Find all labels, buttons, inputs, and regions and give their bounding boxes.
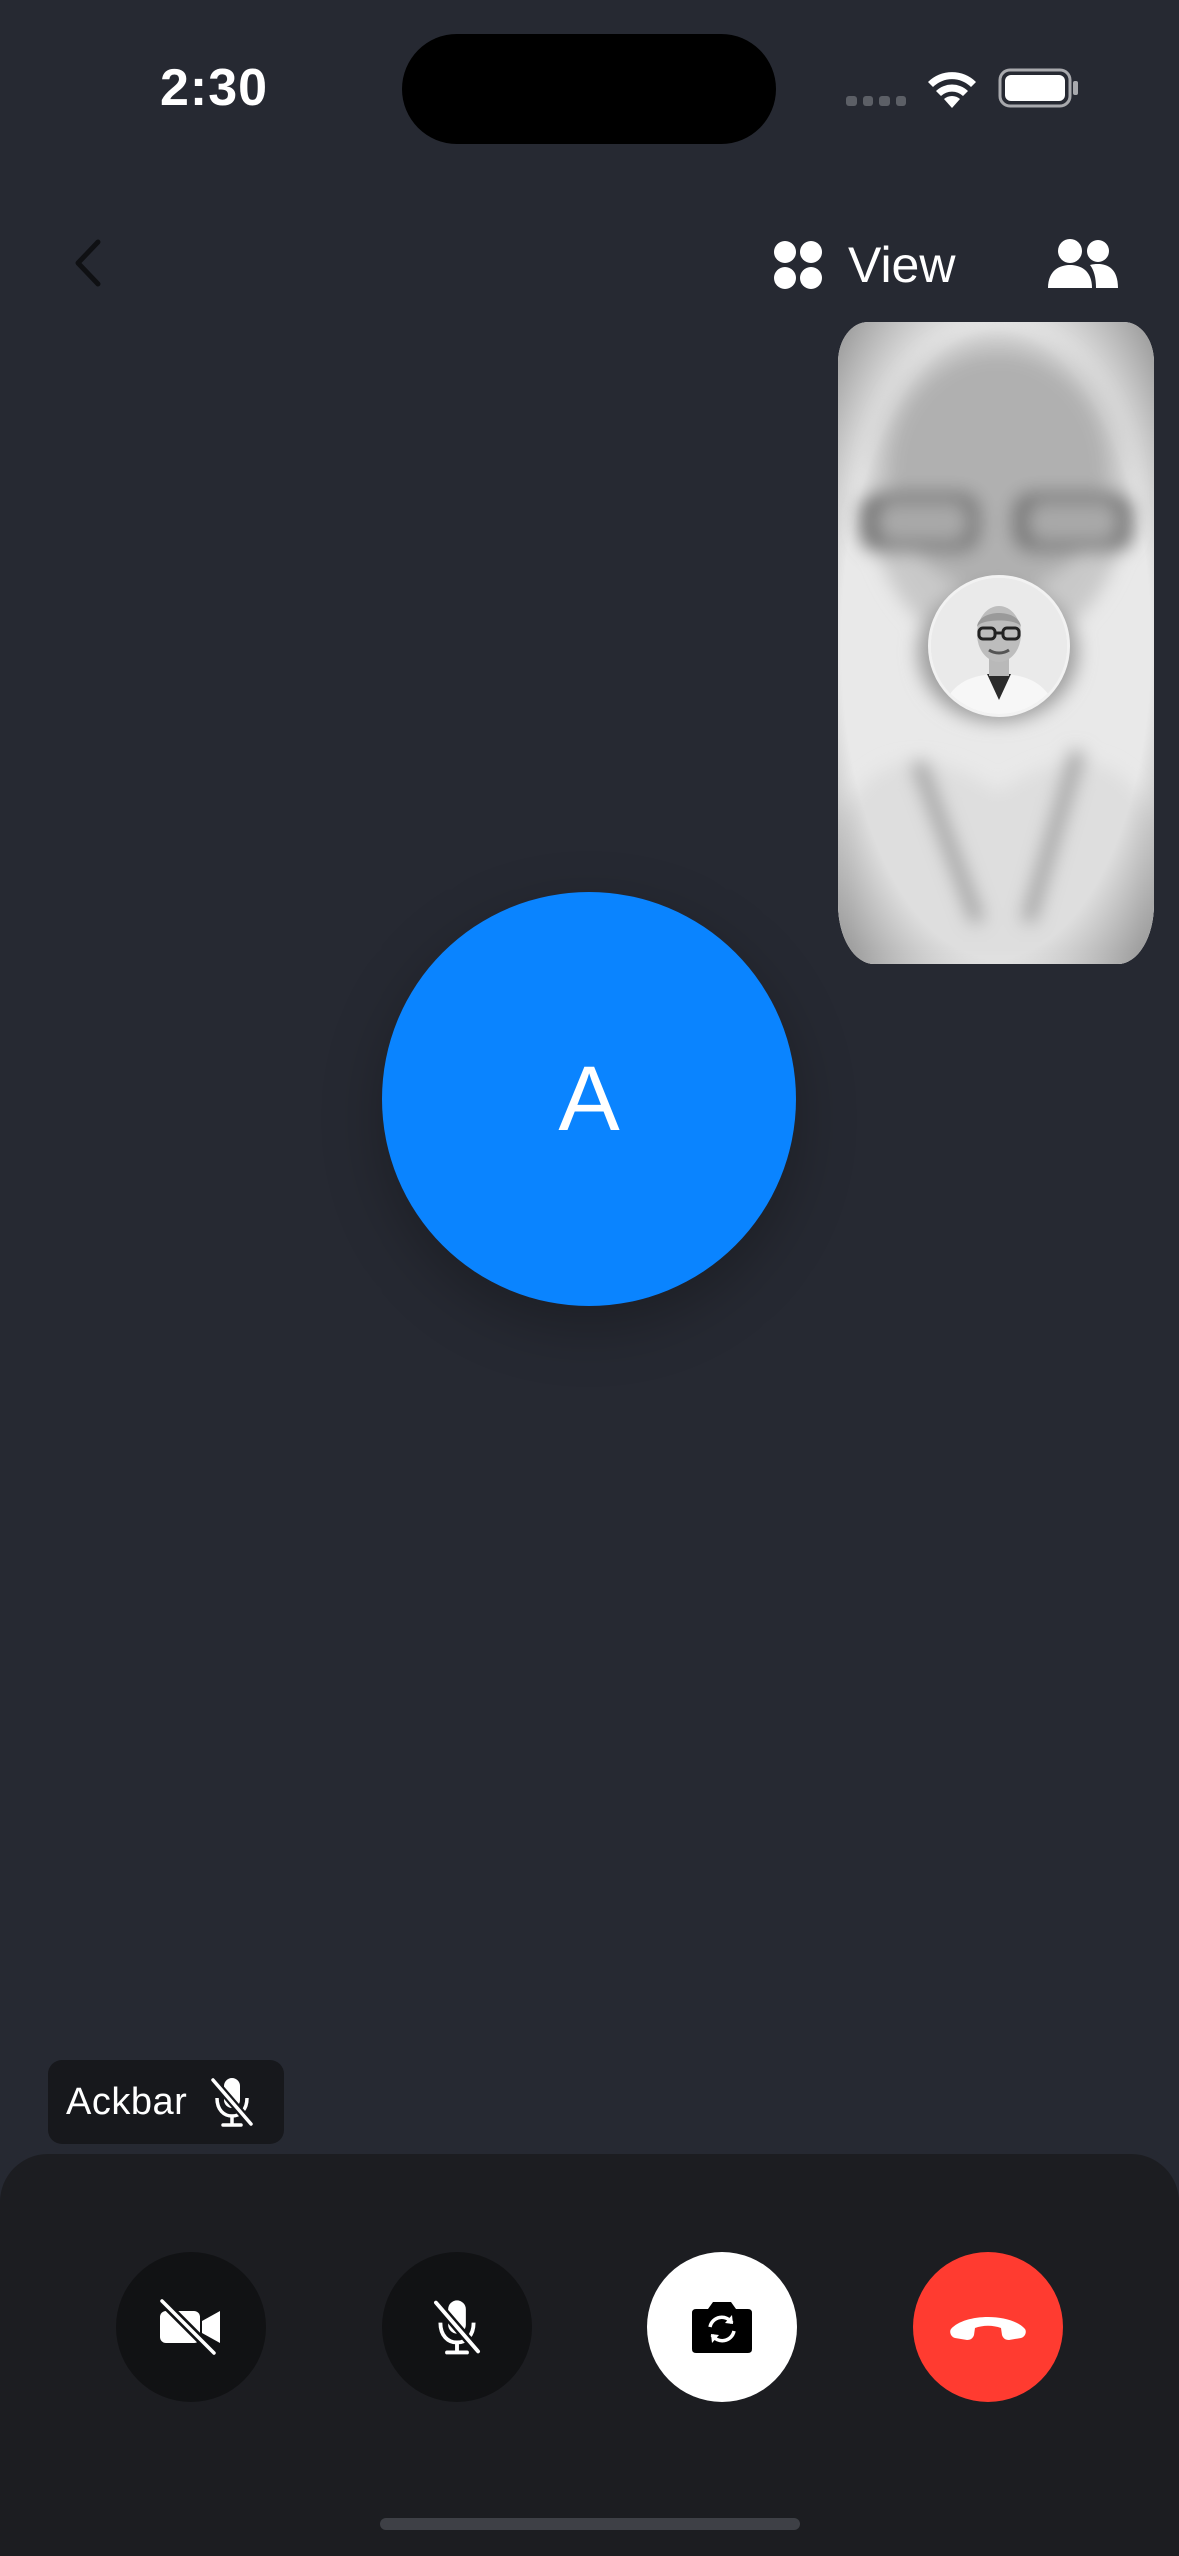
battery-icon [998, 68, 1078, 108]
home-indicator[interactable] [380, 2518, 800, 2530]
participant-name-tag: Ackbar [48, 2060, 284, 2144]
participant-name: Ackbar [66, 2080, 188, 2123]
phone-hangup-icon [950, 2317, 1026, 2340]
flip-camera-button[interactable] [647, 2252, 797, 2402]
participant-avatar: A [382, 892, 796, 1306]
camera-rotate-icon [692, 2302, 752, 2353]
mic-off-icon [210, 2077, 255, 2127]
people-icon[interactable] [1046, 238, 1120, 290]
avatar-initial: A [558, 1047, 620, 1150]
view-label: View [848, 237, 956, 293]
camera-off-button[interactable] [116, 2252, 266, 2402]
mute-button[interactable] [382, 2252, 532, 2402]
chevron-left-icon[interactable] [62, 232, 114, 294]
status-time: 2:30 [160, 59, 269, 117]
view-button[interactable]: View [772, 230, 955, 300]
video-off-icon [158, 2297, 220, 2357]
grid-dots-icon [774, 241, 822, 289]
wifi-icon [928, 72, 976, 108]
dynamic-island [402, 34, 776, 144]
remote-participant-avatar [928, 575, 1070, 717]
mic-off-icon [432, 2299, 482, 2355]
cellular-signal-icon [846, 96, 906, 106]
end-call-button[interactable] [913, 2252, 1063, 2402]
